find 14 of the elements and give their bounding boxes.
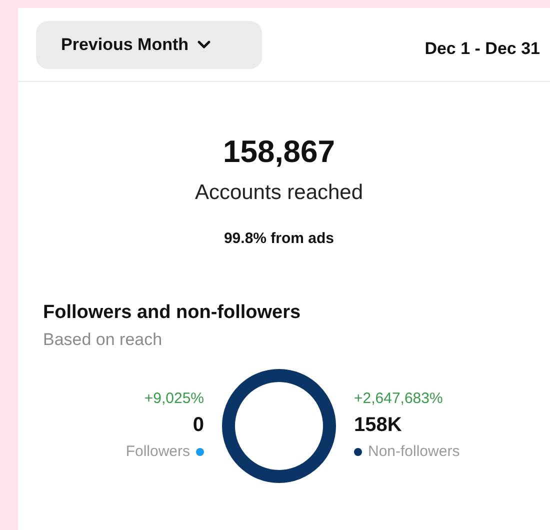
legend-label: Non-followers	[368, 442, 460, 462]
ads-note: 99.8% from ads	[224, 229, 334, 249]
metric-value: 158K	[354, 412, 402, 438]
section-subtitle: Based on reach	[43, 328, 164, 350]
legend-label: Followers	[126, 442, 190, 462]
metric-value: 0	[192, 412, 204, 438]
accounts-reached-label: Accounts reached	[194, 180, 364, 206]
section-title: Followers and non-followers	[43, 300, 302, 324]
change-percent: +2,647,683%	[354, 388, 443, 408]
chevron-down-icon	[196, 40, 211, 50]
accounts-reached-value: 158,867	[222, 133, 336, 171]
period-dropdown[interactable]: Previous Month	[36, 20, 262, 68]
change-percent: +9,025%	[144, 388, 204, 408]
date-range: Dec 1 - Dec 31	[424, 38, 540, 60]
